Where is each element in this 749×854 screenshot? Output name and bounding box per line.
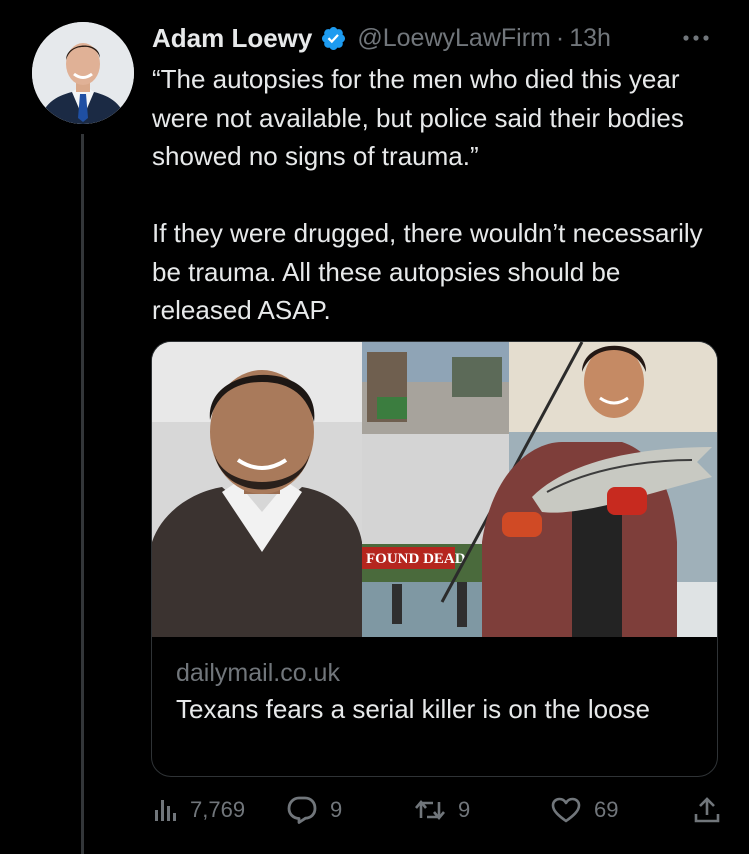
retweet-icon: [415, 799, 445, 821]
tweet-header: Adam Loewy @LoewyLawFirm · 13h: [152, 21, 722, 55]
card-meta: dailymail.co.uk Texans fears a serial ki…: [176, 656, 696, 727]
tweet-actions: 7,769 9 9 69: [152, 788, 727, 832]
views-count: 7,769: [190, 797, 246, 822]
reply-button[interactable]: 9: [286, 788, 342, 832]
reply-icon: [287, 796, 317, 824]
verified-badge-icon: [322, 26, 346, 50]
like-button[interactable]: 69: [550, 788, 618, 832]
views-icon: [155, 800, 176, 821]
share-button[interactable]: [692, 788, 722, 832]
thread-line: [81, 134, 84, 854]
avatar-photo: [32, 22, 134, 124]
like-icon: [551, 797, 581, 823]
author-name[interactable]: Adam Loewy: [152, 23, 312, 54]
card-image[interactable]: FOUND DEAD: [152, 342, 717, 637]
link-card[interactable]: FOUND DEAD dailymail.co.uk Texans fears …: [151, 341, 718, 777]
retweet-button[interactable]: 9: [414, 788, 470, 832]
share-icon: [694, 797, 720, 823]
tweet-text: “The autopsies for the men who died this…: [152, 64, 703, 325]
reply-count: 9: [330, 797, 343, 822]
found-dead-label: FOUND DEAD: [366, 551, 466, 567]
card-title[interactable]: Texans fears a serial killer is on the l…: [176, 692, 696, 727]
header-separator: ·: [555, 23, 565, 52]
retweet-count: 9: [458, 797, 471, 822]
card-domain[interactable]: dailymail.co.uk: [176, 656, 696, 690]
avatar[interactable]: [32, 22, 134, 124]
views-button[interactable]: 7,769: [152, 788, 245, 832]
more-icon[interactable]: [678, 21, 714, 55]
like-count: 69: [594, 797, 619, 822]
author-handle[interactable]: @LoewyLawFirm: [357, 24, 550, 53]
tweet-time[interactable]: 13h: [569, 24, 611, 53]
